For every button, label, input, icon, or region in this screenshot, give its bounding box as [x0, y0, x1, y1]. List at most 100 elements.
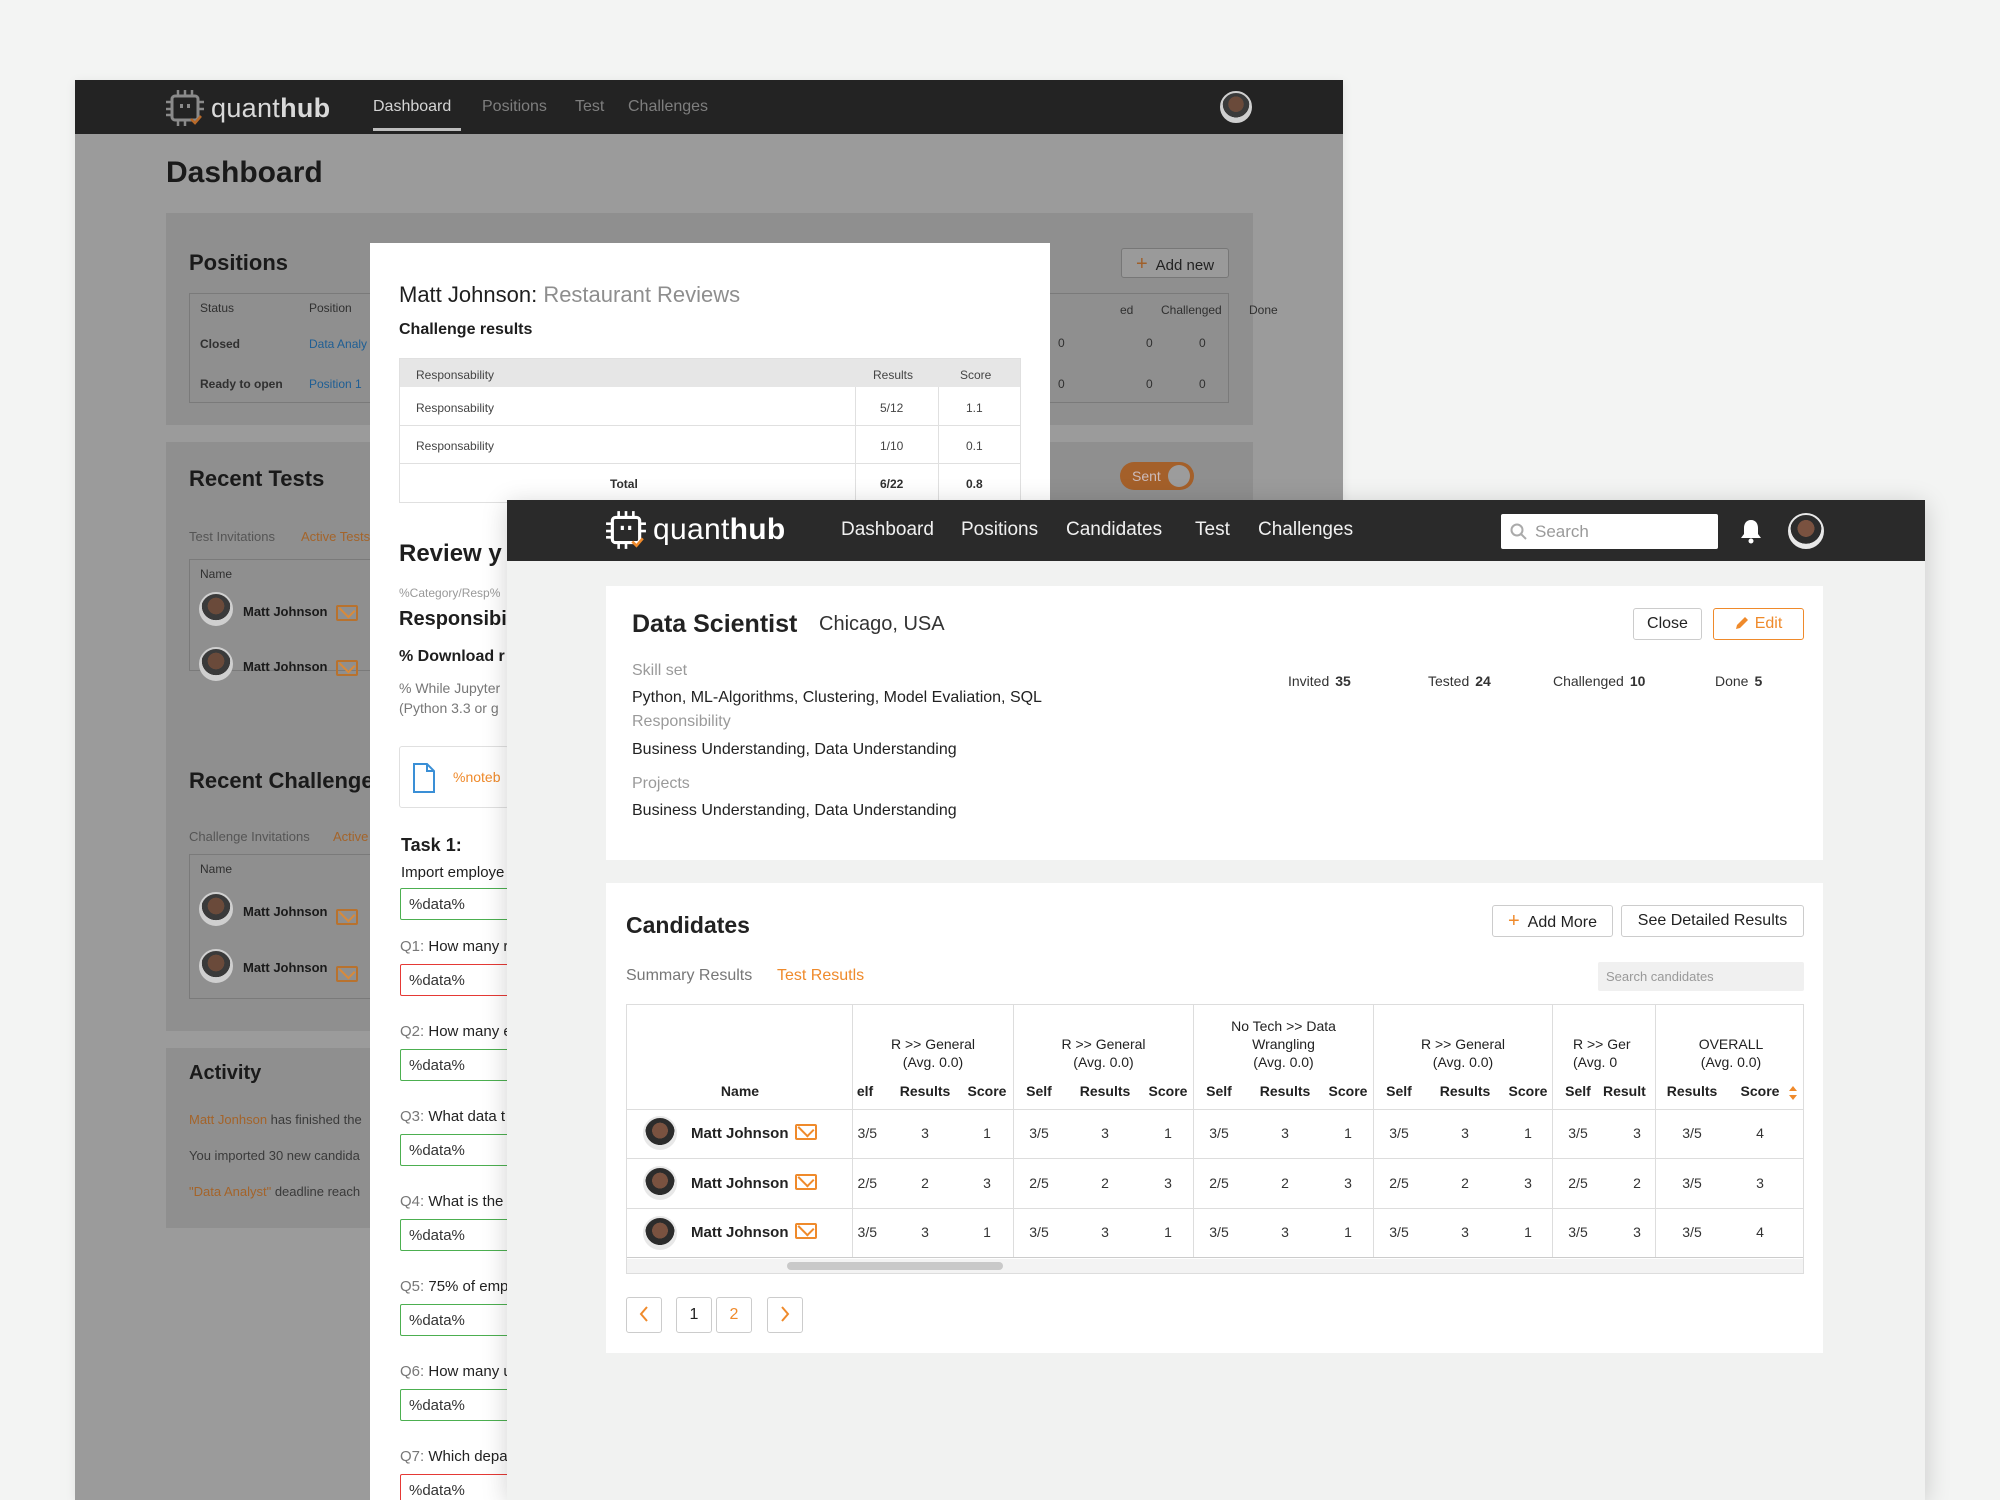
candidate-name[interactable]: Matt Johnson — [691, 1224, 789, 1241]
cell: 1.1 — [966, 401, 983, 415]
q4-answer-input[interactable]: %data% — [400, 1219, 510, 1251]
col-challenged: Challenged — [1161, 303, 1222, 317]
prev-page-button[interactable] — [626, 1297, 662, 1333]
candidate-name: Matt Johnson: — [399, 282, 538, 307]
mail-icon[interactable] — [336, 660, 358, 676]
cell: 0 — [1058, 377, 1065, 391]
bell-icon[interactable] — [1740, 518, 1762, 544]
candidate-name: Matt Johnson — [243, 904, 328, 919]
mail-icon[interactable] — [795, 1223, 817, 1239]
back-nav-test[interactable]: Test — [575, 98, 604, 116]
col-position: Position — [309, 301, 352, 315]
tab-active-tests[interactable]: Active Tests — [301, 529, 370, 544]
results-table: Name R >> General (Avg. 0.0) R >> Genera… — [626, 1004, 1804, 1274]
note-line: % While Jupyter — [399, 680, 501, 696]
next-page-button[interactable] — [767, 1297, 803, 1333]
avatar — [199, 592, 233, 626]
sort-icon[interactable] — [1789, 1086, 1797, 1100]
question-text: What data t — [424, 1108, 506, 1125]
scrollbar-thumb[interactable] — [787, 1262, 1003, 1270]
divider — [627, 1158, 1803, 1159]
col-ed: ed — [1120, 303, 1134, 317]
candidate-name[interactable]: Matt Johnson — [691, 1175, 789, 1192]
q2-answer-input[interactable]: %data% — [400, 1049, 510, 1081]
activity-position-link[interactable]: "Data Analyst" — [189, 1184, 271, 1199]
avatar — [199, 892, 233, 926]
back-navbar: quanthub Dashboard Positions Test Challe… — [75, 80, 1343, 134]
tab-active-challenges[interactable]: Active — [333, 829, 368, 844]
col-self: Self — [1026, 1083, 1052, 1099]
candidate-name: Matt Johnson — [243, 604, 328, 619]
position-title: Data Scientist — [632, 610, 798, 638]
front-logo[interactable]: quanthub — [605, 510, 785, 550]
mail-icon[interactable] — [336, 966, 358, 982]
add-more-button[interactable]: + Add More — [1492, 905, 1613, 937]
horizontal-scrollbar[interactable] — [627, 1259, 1803, 1273]
back-nav-positions[interactable]: Positions — [482, 98, 547, 116]
recent-challenges-title: Recent Challenge — [189, 768, 374, 793]
mail-icon[interactable] — [795, 1174, 817, 1190]
tab-test-invitations[interactable]: Test Invitations — [189, 529, 275, 544]
mail-icon[interactable] — [336, 605, 358, 621]
cell-self: 3/5 — [1389, 1125, 1409, 1141]
page-1-button[interactable]: 1 — [676, 1297, 712, 1333]
tab-challenge-invitations[interactable]: Challenge Invitations — [189, 829, 310, 844]
cell: 0.1 — [966, 439, 983, 453]
row-position-link[interactable]: Data Analy — [309, 337, 367, 351]
mail-icon[interactable] — [336, 909, 358, 925]
candidate-name[interactable]: Matt Johnson — [691, 1125, 789, 1142]
task-answer-input[interactable]: %data% — [400, 888, 510, 920]
add-new-button[interactable]: + Add new — [1121, 248, 1229, 278]
cell-results: 3 — [1461, 1224, 1469, 1240]
brand-quant: quant — [653, 513, 730, 546]
notebook-file-name[interactable]: %noteb — [453, 769, 500, 785]
responsibility-heading: Responsibil — [399, 608, 513, 630]
question-4: Q4: What is the — [400, 1193, 503, 1210]
page-2-button[interactable]: 2 — [716, 1297, 752, 1333]
nav-dashboard[interactable]: Dashboard — [841, 519, 934, 541]
nav-candidates[interactable]: Candidates — [1066, 519, 1162, 541]
activity-user-link[interactable]: Matt Jonhson — [189, 1112, 267, 1127]
row-position-link[interactable]: Position 1 — [309, 377, 362, 391]
cell-overall-score: 4 — [1756, 1224, 1764, 1240]
search-input[interactable]: Search — [1501, 514, 1718, 549]
back-nav-challenges[interactable]: Challenges — [628, 98, 708, 116]
back-nav-dashboard[interactable]: Dashboard — [373, 98, 451, 116]
notebook-file-card[interactable]: %noteb — [399, 746, 509, 808]
mail-icon[interactable] — [795, 1124, 817, 1140]
user-avatar[interactable] — [1788, 513, 1824, 549]
close-button[interactable]: Close — [1633, 608, 1702, 640]
search-icon — [1510, 523, 1527, 540]
nav-positions[interactable]: Positions — [961, 519, 1038, 541]
col-responsability: Responsability — [416, 368, 495, 382]
cell-results: 2 — [1101, 1175, 1109, 1191]
q6-answer-input[interactable]: %data% — [400, 1389, 510, 1421]
back-avatar[interactable] — [1220, 91, 1252, 123]
cell-overall-score: 4 — [1756, 1125, 1764, 1141]
stat-value: 10 — [1629, 673, 1646, 689]
divider — [938, 387, 939, 503]
candidates-title: Candidates — [626, 912, 750, 938]
q1-answer-input[interactable]: %data% — [400, 964, 510, 996]
cell-results: 3 — [1281, 1224, 1289, 1240]
group-header: R >> General (Avg. 0.0) — [1061, 1036, 1146, 1070]
tab-test-results[interactable]: Test Resutls — [777, 967, 864, 985]
see-detailed-results-button[interactable]: See Detailed Results — [1621, 905, 1804, 937]
nav-test[interactable]: Test — [1195, 519, 1230, 541]
tab-summary-results[interactable]: Summary Results — [626, 967, 752, 985]
search-candidates-input[interactable]: Search candidates — [1598, 962, 1804, 991]
cell-self: 2/5 — [1209, 1175, 1229, 1191]
cell-results: 3 — [1101, 1224, 1109, 1240]
cell: 5/12 — [880, 401, 904, 415]
q5-answer-input[interactable]: %data% — [400, 1304, 510, 1336]
sent-toggle[interactable]: Sent — [1120, 462, 1194, 490]
stat-invited: Invited 35 — [1288, 673, 1351, 689]
skill-set-value: Python, ML-Algorithms, Clustering, Model… — [632, 689, 1042, 706]
q7-answer-input[interactable]: %data% — [400, 1474, 510, 1500]
edit-button[interactable]: Edit — [1713, 608, 1804, 640]
q3-answer-input[interactable]: %data% — [400, 1134, 510, 1166]
activity-line: Matt Jonhson has finished the — [189, 1112, 362, 1127]
cell-self: 3/5 — [857, 1125, 877, 1141]
nav-challenges[interactable]: Challenges — [1258, 519, 1353, 541]
cell-results: 3 — [921, 1224, 929, 1240]
